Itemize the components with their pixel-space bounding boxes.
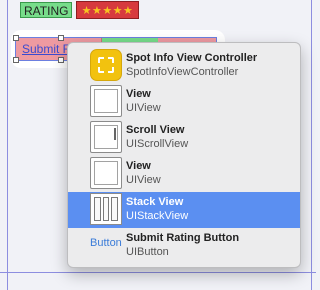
view-icon (90, 157, 122, 189)
resize-handle-top-left[interactable] (13, 35, 19, 41)
menu-item-title: Submit Rating Button (126, 232, 240, 244)
canvas-guide-right (311, 0, 312, 290)
view-controller-icon (90, 49, 122, 81)
menu-item-submit-rating-button[interactable]: Button Submit Rating Button UIButton (68, 228, 300, 264)
menu-item-view[interactable]: View UIView (68, 84, 300, 120)
object-selection-menu: Spot Info View Controller SpotInfoViewCo… (67, 42, 301, 268)
stack-view-icon (90, 193, 122, 225)
rating-label[interactable]: RATING (20, 2, 73, 18)
scroll-view-icon (90, 121, 122, 153)
menu-item-title: Scroll View (126, 124, 185, 136)
menu-item-subtitle: UIView (126, 174, 161, 186)
button-icon: Button (90, 237, 122, 249)
menu-item-subtitle: UIView (126, 102, 161, 114)
menu-item-stack-view[interactable]: Stack View UIStackView (68, 192, 300, 228)
view-icon (90, 85, 122, 117)
menu-item-title: View (126, 160, 151, 172)
menu-item-subtitle: SpotInfoViewController (126, 66, 239, 78)
canvas-guide-left (7, 0, 8, 290)
menu-item-view[interactable]: View UIView (68, 156, 300, 192)
menu-item-subtitle: UIStackView (126, 210, 189, 222)
menu-item-title: Stack View (126, 196, 184, 208)
resize-handle-bottom-left[interactable] (13, 57, 19, 63)
canvas-guide-bottom (0, 272, 316, 273)
menu-item-spot-info-view-controller[interactable]: Spot Info View Controller SpotInfoViewCo… (68, 48, 300, 84)
menu-item-subtitle: UIButton (126, 246, 169, 258)
menu-item-title: Spot Info View Controller (126, 52, 258, 64)
resize-handle-bottom-middle[interactable] (58, 57, 64, 63)
menu-item-subtitle: UIScrollView (126, 138, 189, 150)
menu-item-title: View (126, 88, 151, 100)
resize-handle-top-middle[interactable] (58, 35, 64, 41)
menu-item-scroll-view[interactable]: Scroll View UIScrollView (68, 120, 300, 156)
rating-stars[interactable]: ★★★★★ (76, 1, 139, 19)
